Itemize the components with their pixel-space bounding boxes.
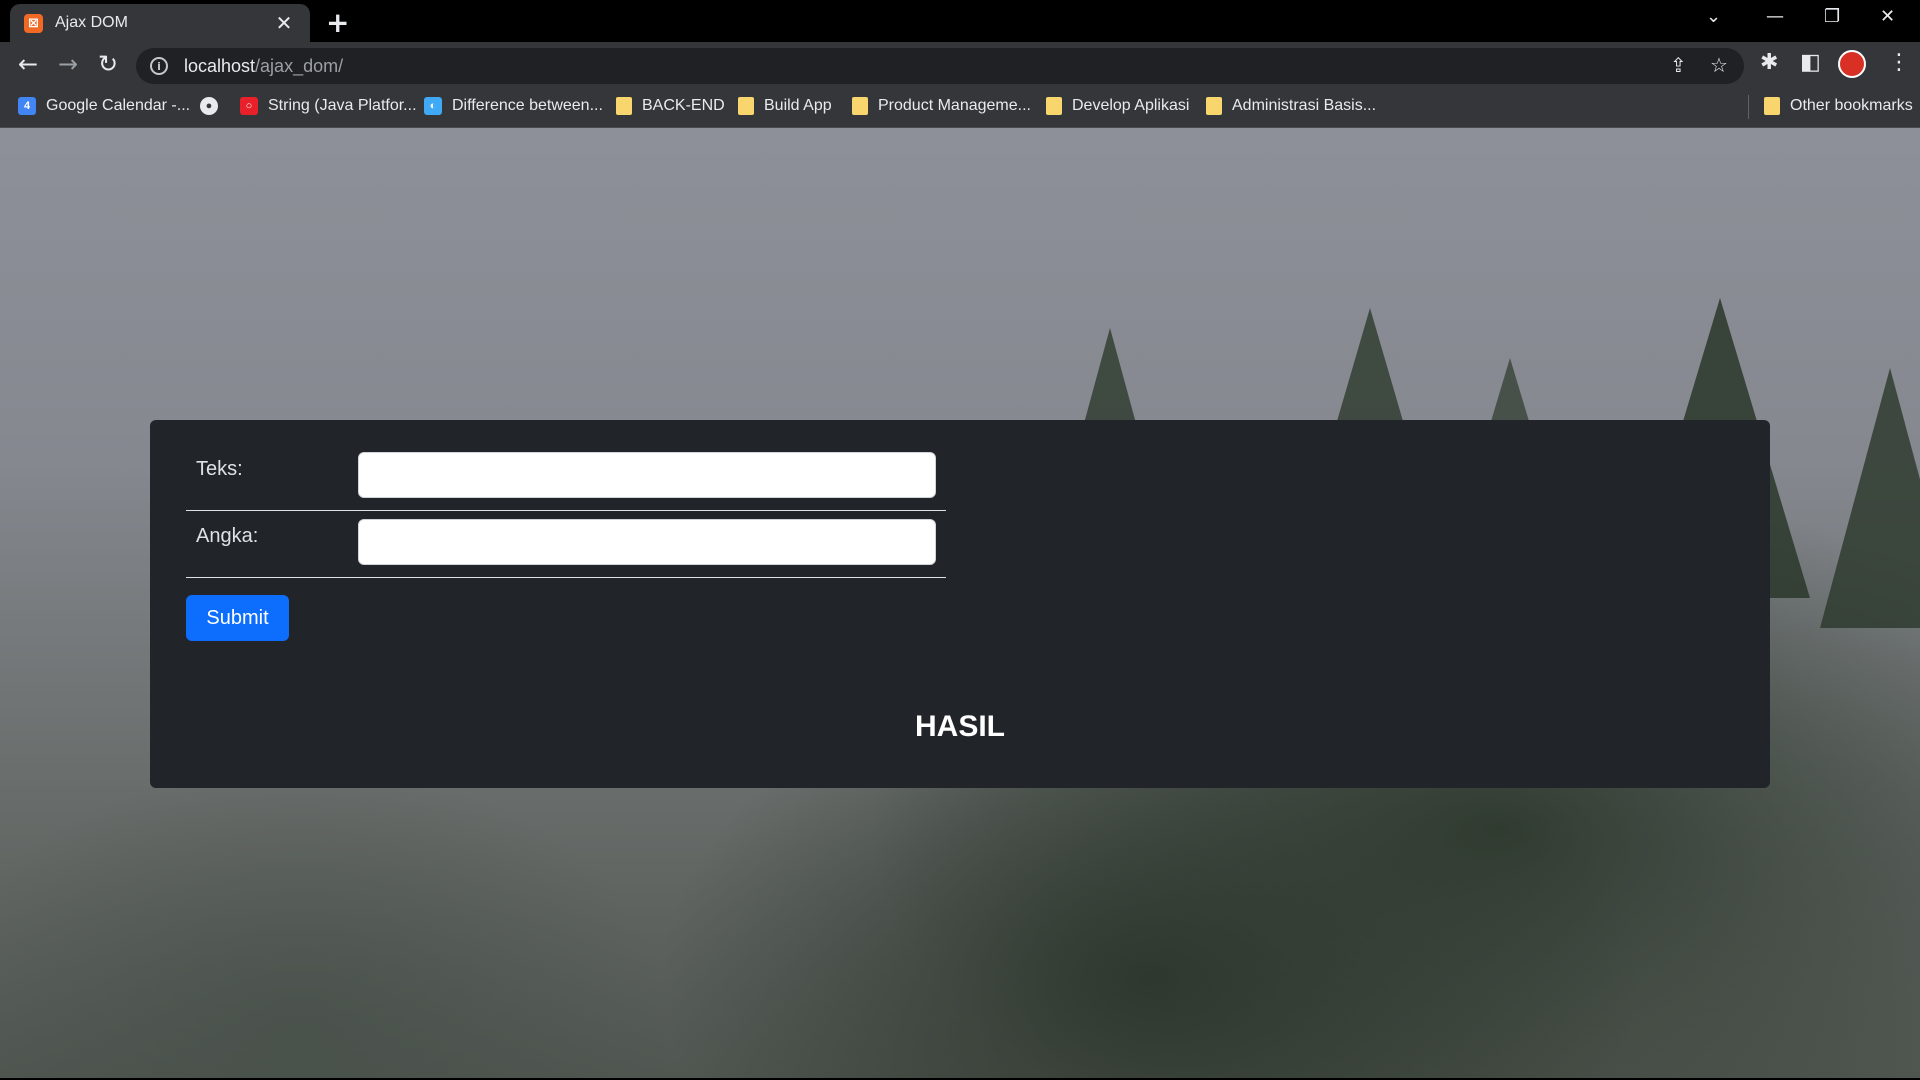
url-text[interactable]: localhost/ajax_dom/ bbox=[184, 56, 343, 77]
bookmark-label: Develop Aplikasi bbox=[1072, 97, 1190, 114]
globe-icon: ● bbox=[200, 97, 218, 115]
close-window-icon[interactable]: ✕ bbox=[1880, 6, 1895, 27]
folder-icon bbox=[616, 97, 632, 115]
bookmark-label: Difference between... bbox=[452, 97, 603, 114]
calendar-icon: 4 bbox=[18, 97, 36, 115]
bookmark-label: Google Calendar -... bbox=[46, 97, 191, 114]
menu-icon[interactable]: ⋮ bbox=[1888, 50, 1910, 75]
side-panel-icon[interactable]: ◧ bbox=[1800, 50, 1821, 75]
bookmark-google-calendar[interactable]: 4 Google Calendar -... bbox=[18, 97, 190, 115]
folder-icon bbox=[1206, 97, 1222, 115]
restore-icon[interactable]: ❐ bbox=[1824, 6, 1840, 27]
new-tab-icon[interactable]: + bbox=[326, 6, 349, 39]
teks-row: Teks: bbox=[186, 444, 946, 511]
bookmark-string-java[interactable]: ○ String (Java Platfor... bbox=[240, 97, 417, 115]
folder-icon bbox=[852, 97, 868, 115]
bookmark-label: Product Manageme... bbox=[878, 97, 1031, 114]
bookmark-folder-administrasi[interactable]: Administrasi Basis... bbox=[1206, 97, 1376, 115]
tab-search-icon[interactable]: ⌄ bbox=[1706, 6, 1721, 27]
angka-label: Angka: bbox=[196, 525, 259, 547]
close-tab-icon[interactable]: ✕ bbox=[272, 11, 296, 35]
folder-icon bbox=[1046, 97, 1062, 115]
forward-icon[interactable]: → bbox=[52, 48, 84, 80]
url-host: localhost bbox=[184, 55, 256, 76]
bookmark-folder-backend[interactable]: BACK-END bbox=[616, 97, 725, 115]
browser-toolbar: ← → ↻ i localhost/ajax_dom/ ⇪ ☆ ✱ ◧ ⋮ bbox=[0, 42, 1920, 87]
bookmark-label: String (Java Platfor... bbox=[268, 97, 417, 114]
bookmark-label: BACK-END bbox=[642, 97, 725, 114]
folder-icon bbox=[738, 97, 754, 115]
site-icon: ◐ bbox=[424, 97, 442, 115]
share-icon[interactable]: ⇪ bbox=[1670, 53, 1687, 77]
background-tree bbox=[1820, 368, 1920, 628]
bookmarks-bar: 4 Google Calendar -... ● ○ String (Java … bbox=[0, 87, 1920, 128]
bookmark-folder-develop[interactable]: Develop Aplikasi bbox=[1046, 97, 1189, 115]
reload-icon[interactable]: ↻ bbox=[92, 48, 124, 80]
submit-button[interactable]: Submit bbox=[186, 595, 289, 641]
bookmark-difference[interactable]: ◐ Difference between... bbox=[424, 97, 603, 115]
xampp-icon: ⊠ bbox=[24, 13, 43, 33]
angka-row: Angka: bbox=[186, 511, 946, 578]
bookmarks-divider bbox=[1748, 95, 1749, 119]
oracle-icon: ○ bbox=[240, 97, 258, 115]
bookmark-folder-build-app[interactable]: Build App bbox=[738, 97, 832, 115]
site-info-icon[interactable]: i bbox=[150, 57, 168, 75]
other-bookmarks-label: Other bookmarks bbox=[1790, 97, 1913, 114]
folder-icon bbox=[1764, 97, 1780, 115]
page-background: Teks: Angka: Submit HASIL bbox=[0, 128, 1920, 1080]
tab-bar: ⊠ Ajax DOM ✕ + ⌄ — ❐ ✕ bbox=[0, 0, 1920, 42]
url-path: /ajax_dom/ bbox=[255, 55, 344, 76]
star-icon[interactable]: ☆ bbox=[1710, 53, 1728, 77]
teks-input[interactable] bbox=[358, 452, 936, 498]
browser-tab[interactable]: ⊠ Ajax DOM ✕ bbox=[10, 4, 310, 42]
tab-title: Ajax DOM bbox=[55, 14, 128, 31]
bookmark-folder-product[interactable]: Product Manageme... bbox=[852, 97, 1031, 115]
result-heading: HASIL bbox=[915, 710, 1005, 743]
profile-avatar[interactable] bbox=[1838, 50, 1866, 78]
back-icon[interactable]: ← bbox=[12, 48, 44, 80]
address-bar[interactable]: i localhost/ajax_dom/ ⇪ ☆ bbox=[136, 48, 1744, 84]
teks-label: Teks: bbox=[196, 458, 243, 480]
minimize-icon[interactable]: — bbox=[1766, 6, 1784, 27]
extensions-icon[interactable]: ✱ bbox=[1760, 50, 1778, 75]
bookmark-label: Administrasi Basis... bbox=[1232, 97, 1377, 114]
angka-input[interactable] bbox=[358, 519, 936, 565]
bookmark-globe[interactable]: ● bbox=[200, 97, 228, 115]
bookmark-label: Build App bbox=[764, 97, 832, 114]
form-panel: Teks: Angka: Submit HASIL bbox=[150, 420, 1770, 788]
other-bookmarks[interactable]: Other bookmarks bbox=[1764, 97, 1913, 115]
